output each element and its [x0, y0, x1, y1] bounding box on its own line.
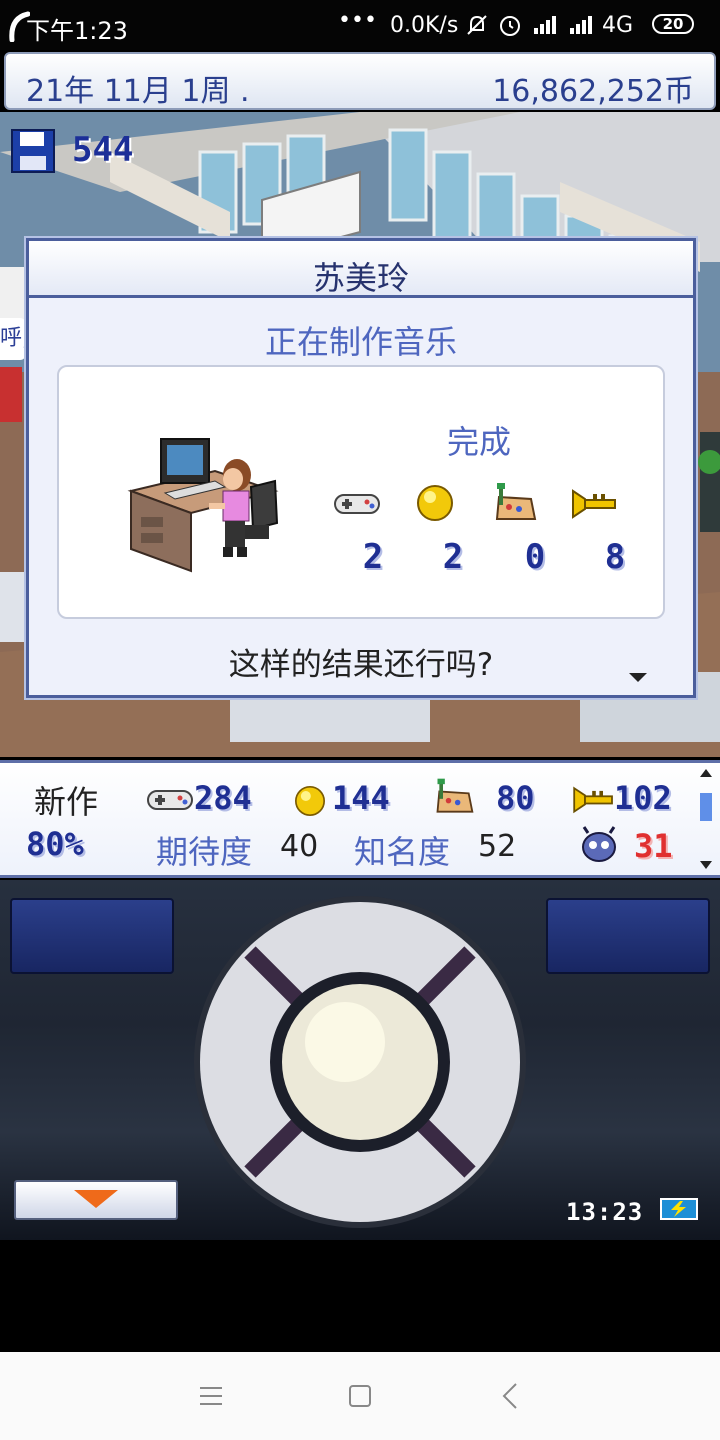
new-title-label: 新作 — [34, 783, 99, 821]
mute-icon — [467, 15, 487, 35]
battery-icon: 20 — [652, 14, 694, 34]
game-battery-icon — [660, 1198, 698, 1220]
fame-label: 知名度 — [354, 833, 451, 871]
back-icon[interactable] — [500, 1382, 520, 1410]
info-scrollbar[interactable] — [698, 769, 714, 873]
speech-bubble: 呼, — [0, 318, 29, 360]
trumpet-icon — [572, 489, 616, 519]
confirm-question: 这样的结果还行吗? — [228, 647, 494, 683]
date-money-bar: 21年 11月 1周 . 16,862,252币 — [4, 52, 716, 110]
expectation-label: 期待度 — [156, 833, 253, 871]
recents-menu-icon[interactable] — [198, 1384, 224, 1408]
signal-icon-2 — [570, 16, 592, 34]
paint-palette-icon — [495, 483, 537, 520]
creativity-value: 144 — [332, 779, 390, 817]
game-date: 21年 11月 1周 . — [26, 74, 250, 109]
continue-arrow-icon[interactable] — [629, 673, 647, 682]
game-clock: 13:23 — [566, 1198, 644, 1226]
creativity-orb-icon — [295, 786, 325, 816]
graphics-palette-icon — [436, 778, 474, 813]
android-nav-bar — [0, 1352, 720, 1440]
scroll-up-icon[interactable] — [700, 769, 712, 777]
staff-name: 苏美玲 — [312, 259, 409, 297]
stat-fun-value: 2 — [362, 537, 384, 577]
stat-sound-value: 8 — [604, 537, 626, 577]
gamepad-icon — [334, 494, 380, 514]
stat-creativity-value: 2 — [442, 537, 464, 577]
status-bar: 下午1:23 ••• 0.0K/s 4G 20 — [0, 0, 720, 50]
fun-gamepad-icon — [147, 790, 193, 810]
task-label: 正在制作音乐 — [264, 323, 457, 361]
expectation-value: 40 — [280, 829, 319, 864]
net-speed: 0.0K/s — [390, 13, 459, 38]
dpad[interactable] — [190, 892, 530, 1232]
left-soft-button[interactable] — [10, 898, 174, 974]
alarm-icon — [500, 16, 520, 36]
gold-orb-icon — [417, 485, 453, 521]
fame-value: 52 — [478, 829, 517, 864]
done-label: 完成 — [447, 423, 512, 461]
scroll-thumb[interactable] — [700, 793, 712, 821]
game-info-panel[interactable]: 新作 80% 284 144 80 102 期待度 40 知名度 52 31 — [0, 760, 720, 878]
home-icon[interactable] — [348, 1384, 372, 1408]
speech-text: 呼, — [0, 326, 29, 351]
money: 16,862,252币 — [492, 74, 694, 109]
sound-value: 102 — [614, 779, 672, 817]
sound-trumpet-icon — [573, 786, 613, 814]
result-dialog[interactable]: 苏美玲 正在制作音乐 完成 2 2 0 8 这样的结果还行吗? — [26, 238, 696, 698]
staff-at-desk-illustration — [127, 438, 279, 573]
save-count: 544 — [72, 130, 134, 170]
battery-level: 20 — [662, 15, 684, 33]
save-icon[interactable] — [10, 128, 56, 174]
progress-percent: 80% — [26, 825, 84, 863]
down-arrow-icon — [74, 1190, 118, 1208]
network-type: 4G — [602, 13, 634, 38]
stat-graphics-value: 0 — [524, 537, 546, 577]
signal-icon-1 — [534, 16, 556, 34]
status-time: 下午1:23 — [26, 17, 128, 45]
graphics-value: 80 — [496, 779, 535, 817]
bug-count: 31 — [634, 827, 673, 865]
right-soft-button[interactable] — [546, 898, 710, 974]
bug-icon — [582, 826, 616, 862]
virtual-controller: 13:23 — [0, 880, 720, 1240]
status-dots: ••• — [338, 8, 377, 33]
scroll-down-icon[interactable] — [700, 861, 712, 869]
menu-toggle-button[interactable] — [14, 1180, 178, 1220]
fun-value: 284 — [194, 779, 252, 817]
